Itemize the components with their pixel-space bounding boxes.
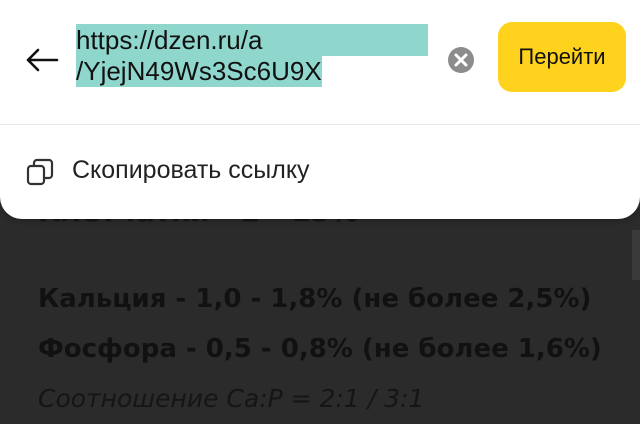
copy-link-label: Скопировать ссылку bbox=[72, 156, 310, 184]
go-button[interactable]: Перейти bbox=[498, 22, 626, 92]
article-calcium-line: Кальция - 1,0 - 1,8% (не более 2,5%) bbox=[38, 284, 592, 314]
arrow-left-icon bbox=[26, 48, 59, 72]
copy-icon bbox=[26, 158, 54, 186]
article-phosphorus-line: Фосфора - 0,5 - 0,8% (не более 1,6%) bbox=[38, 334, 602, 364]
copy-link-item[interactable]: Скопировать ссылку bbox=[0, 140, 640, 204]
url-line-1: https://dzen.ru/a bbox=[76, 24, 428, 56]
article-ratio-line: Соотношение Са:Р = 2:1 / 3:1 bbox=[38, 384, 425, 413]
divider bbox=[0, 124, 640, 125]
url-line-2: /YjejN49Ws3Sc6U9X bbox=[76, 55, 322, 87]
clear-button[interactable] bbox=[447, 46, 475, 74]
address-bar: https://dzen.ru/a /YjejN49Ws3Sc6U9X Пере… bbox=[0, 0, 640, 120]
scrollbar[interactable] bbox=[632, 230, 640, 280]
clear-circle-icon bbox=[448, 47, 474, 73]
url-edit-sheet: https://dzen.ru/a /YjejN49Ws3Sc6U9X Пере… bbox=[0, 0, 640, 219]
url-input[interactable]: https://dzen.ru/a /YjejN49Ws3Sc6U9X bbox=[76, 24, 431, 94]
back-button[interactable] bbox=[22, 40, 62, 80]
